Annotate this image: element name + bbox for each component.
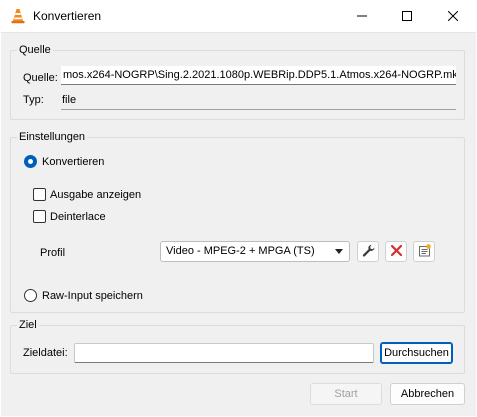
window-title: Konvertieren [33,9,102,23]
new-profile-icon [418,243,431,260]
browse-button[interactable]: Durchsuchen [380,342,453,364]
maximize-button[interactable] [384,0,430,32]
delete-profile-button[interactable] [385,241,407,262]
source-group-label: Quelle [17,44,53,56]
minimize-icon [357,11,367,21]
deinterlace-checkbox[interactable] [33,210,46,223]
source-path-value: mos.x264-NOGRP\Sing.2.2021.1080p.WEBRip.… [63,69,456,81]
type-field-underline [61,109,456,110]
settings-group-label: Einstellungen [17,131,88,143]
show-output-checkbox[interactable] [33,188,46,201]
convert-radio-label[interactable]: Konvertieren [42,155,104,169]
close-button[interactable] [430,0,476,32]
delete-x-icon [390,244,402,259]
show-output-label[interactable]: Ausgabe anzeigen [50,188,141,202]
raw-input-radio[interactable] [24,289,37,302]
cancel-button[interactable]: Abbrechen [390,383,465,405]
convert-radio[interactable] [24,155,37,168]
source-label: Quelle: [23,72,58,84]
type-label: Typ: [23,94,44,106]
start-button[interactable]: Start [310,383,382,405]
vlc-cone-icon [10,8,26,24]
title-bar: Konvertieren [0,0,477,32]
close-icon [448,11,458,21]
profile-select[interactable]: Video - MPEG-2 + MPGA (TS) [160,241,350,262]
dialog-body: Quelle Quelle: mos.x264-NOGRP\Sing.2.202… [1,32,476,416]
destination-file-label: Zieldatei: [23,347,68,359]
profile-label: Profil [40,247,66,259]
deinterlace-label[interactable]: Deinterlace [50,210,106,224]
edit-profile-button[interactable] [357,241,379,262]
wrench-icon [362,244,375,260]
source-path-field[interactable]: mos.x264-NOGRP\Sing.2.2021.1080p.WEBRip.… [61,66,456,85]
type-value: file [62,94,77,106]
maximize-icon [402,11,412,21]
new-profile-button[interactable] [413,241,435,262]
raw-input-label[interactable]: Raw-Input speichern [42,289,143,303]
destination-group-label: Ziel [17,319,39,331]
chevron-down-icon [335,249,343,254]
profile-select-value: Video - MPEG-2 + MPGA (TS) [166,245,315,257]
minimize-button[interactable] [339,0,385,32]
destination-file-input[interactable] [74,343,374,363]
